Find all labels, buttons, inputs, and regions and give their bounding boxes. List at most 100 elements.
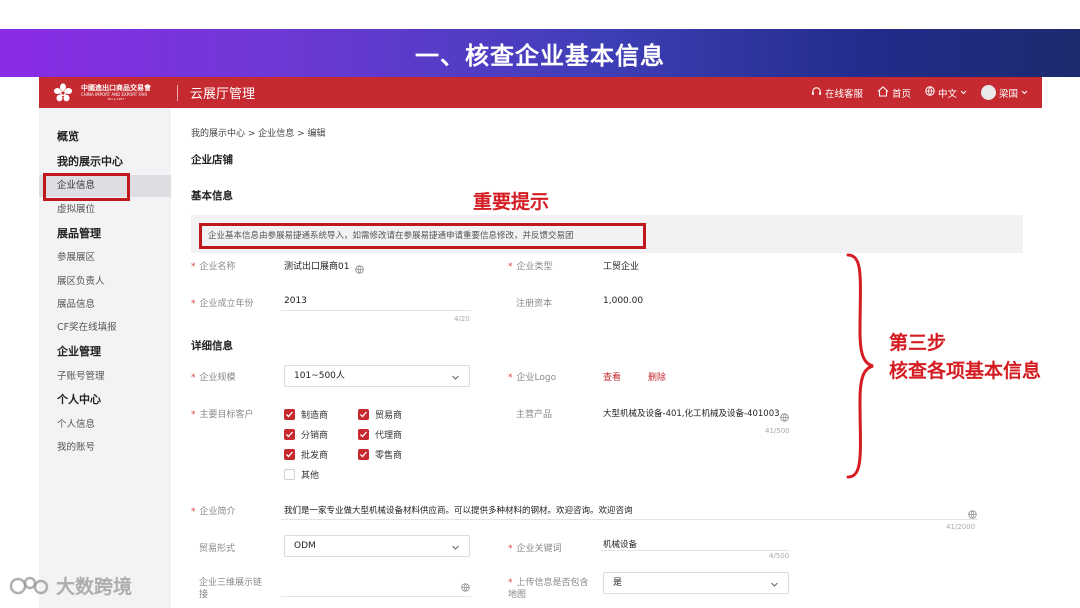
scale-select[interactable]: 101~500人 [284, 365, 470, 387]
scale-label: * 企业规模 [191, 373, 236, 383]
company-name-label: * 企业名称 [191, 262, 236, 272]
delete-logo-link[interactable]: 删除 [648, 370, 666, 383]
checkbox-wholesaler[interactable]: 批发商 [284, 448, 328, 461]
chevron-down-icon [451, 540, 461, 550]
slide-title: 一、核查企业基本信息 [415, 41, 665, 70]
basic-info-title: 基本信息 [191, 190, 233, 202]
sidebar-group-exhibits[interactable]: 展品管理 [39, 223, 171, 245]
keywords-counter: 4/500 [769, 552, 790, 560]
logo-label: * 企业Logo [508, 373, 557, 383]
right-brace-icon [846, 253, 874, 479]
home-icon [877, 85, 889, 100]
checkbox-distributor[interactable]: 分销商 [284, 428, 328, 441]
checkbox-trader[interactable]: 贸易商 [358, 408, 402, 421]
founded-year-label: * 企业成立年份 [191, 299, 254, 309]
sidebar-item-overview[interactable]: 概览 [39, 126, 171, 148]
founded-year-input[interactable]: 2013 [284, 296, 307, 306]
keywords-value[interactable]: 机械设备 [603, 538, 637, 550]
sidebar-item-exhibit-info[interactable]: 展品信息 [39, 294, 171, 316]
breadcrumb[interactable]: 我的展示中心 > 企业信息 > 编辑 [191, 126, 326, 139]
checkbox-checked-icon [358, 449, 369, 460]
sidebar-item-subaccounts[interactable]: 子账号管理 [39, 366, 171, 388]
target-customers-label: * 主要目标客户 [191, 410, 254, 420]
sidebar-item-virtual-booth[interactable]: 虚拟展位 [39, 199, 171, 221]
logo-en-text: CHINA IMPORT AND EXPORT FAIR [81, 91, 148, 97]
watermark: 大数跨境 [8, 572, 132, 599]
main-products-value[interactable]: 大型机械及设备-401,化工机械及设备-401003 [603, 407, 780, 419]
online-service-label: 在线客服 [824, 88, 863, 100]
highlight-notice-box [199, 223, 646, 249]
main-products-label: 主营产品 [516, 410, 553, 420]
step-three-callout: 第三步 [889, 332, 947, 354]
flower-logo-icon [51, 82, 77, 103]
sidebar-item-cf-award[interactable]: CF奖在线填报 [39, 317, 171, 339]
detail-info-title: 详细信息 [191, 340, 233, 352]
language-dropdown[interactable]: 中文 [925, 86, 967, 100]
logo-since-text: Since 1957 [107, 96, 125, 101]
showroom-link-underline[interactable] [281, 596, 471, 597]
trade-form-value: ODM [294, 541, 316, 551]
scale-value: 101~500人 [294, 371, 345, 381]
home-link[interactable]: 首页 [877, 85, 911, 100]
sidebar-group-showcase[interactable]: 我的展示中心 [39, 151, 171, 173]
chevron-down-icon [1021, 87, 1028, 98]
sidebar-group-company[interactable]: 企业管理 [39, 341, 171, 363]
chevron-down-icon [451, 370, 461, 380]
headset-icon [811, 86, 822, 100]
home-label: 首页 [891, 88, 911, 100]
upload-map-label: * 上传信息是否包含地图 [508, 578, 589, 600]
sidebar-group-personal[interactable]: 个人中心 [39, 389, 171, 411]
checkbox-unchecked-icon [284, 469, 295, 480]
store-title: 企业店铺 [191, 154, 233, 166]
intro-label: * 企业简介 [191, 507, 236, 517]
globe-icon [355, 259, 364, 278]
showroom-link-label: 企业三维展示链接 [199, 578, 263, 600]
highlight-company-info-box [43, 173, 130, 201]
checkbox-retailer[interactable]: 零售商 [358, 448, 402, 461]
sidebar-item-exhibit-area[interactable]: 参展展区 [39, 247, 171, 269]
checkbox-checked-icon [284, 429, 295, 440]
header-title: 云展厅管理 [190, 87, 256, 102]
upload-map-value: 是 [613, 578, 623, 588]
checkbox-checked-icon [284, 409, 295, 420]
chevron-down-icon [770, 577, 780, 587]
slide-banner: 一、核查企业基本信息 [0, 29, 1080, 77]
globe-icon [925, 86, 935, 99]
checkbox-agent[interactable]: 代理商 [358, 428, 402, 441]
capital-value: 1,000.00 [603, 296, 644, 306]
checkbox-manufacturer[interactable]: 制造商 [284, 408, 328, 421]
user-menu[interactable]: 梁国 [980, 85, 1028, 100]
intro-counter: 41/2000 [946, 523, 976, 531]
sidebar-item-area-manager[interactable]: 展区负责人 [39, 271, 171, 293]
avatar [980, 85, 996, 100]
keywords-underline [601, 550, 789, 551]
trade-form-select[interactable]: ODM [284, 535, 470, 557]
checkbox-checked-icon [284, 449, 295, 460]
check-info-callout: 核查各项基本信息 [889, 360, 1042, 382]
header-divider [177, 84, 178, 101]
sidebar-item-my-account[interactable]: 我的账号 [39, 437, 171, 459]
checkbox-checked-icon [358, 429, 369, 440]
online-service-link[interactable]: 在线客服 [811, 86, 863, 100]
chevron-down-icon [960, 87, 967, 98]
canton-fair-logo[interactable]: 中國進出口商品交易會 CHINA IMPORT AND EXPORT FAIR … [51, 82, 169, 103]
keywords-label: * 企业关键词 [508, 544, 562, 554]
founded-year-counter: 4/20 [454, 315, 470, 323]
checkbox-other[interactable]: 其他 [284, 468, 319, 481]
slide: 一、核查企业基本信息 中國進出口商品交易會 CHINA IMPORT AND E… [0, 0, 1080, 608]
watermark-logo-icon [9, 576, 49, 594]
intro-value[interactable]: 我们是一家专业做大型机械设备材料供应商。可以提供多种材料的钢材。欢迎咨询。欢迎咨… [284, 504, 633, 516]
capital-label: 注册资本 [516, 299, 553, 309]
sidebar-item-personal-info[interactable]: 个人信息 [39, 414, 171, 436]
important-tip-callout: 重要提示 [473, 191, 550, 213]
upload-map-select[interactable]: 是 [603, 572, 789, 594]
globe-icon [461, 577, 470, 596]
language-label: 中文 [937, 88, 957, 100]
watermark-text: 大数跨境 [56, 576, 133, 598]
logo-cn-text: 中國進出口商品交易會 [81, 83, 151, 92]
company-name-value: 测试出口展商01 [284, 262, 350, 272]
main-products-counter: 41/500 [765, 427, 790, 435]
company-type-label: * 企业类型 [508, 262, 553, 272]
view-logo-link[interactable]: 查看 [603, 370, 621, 383]
intro-underline [281, 519, 978, 520]
